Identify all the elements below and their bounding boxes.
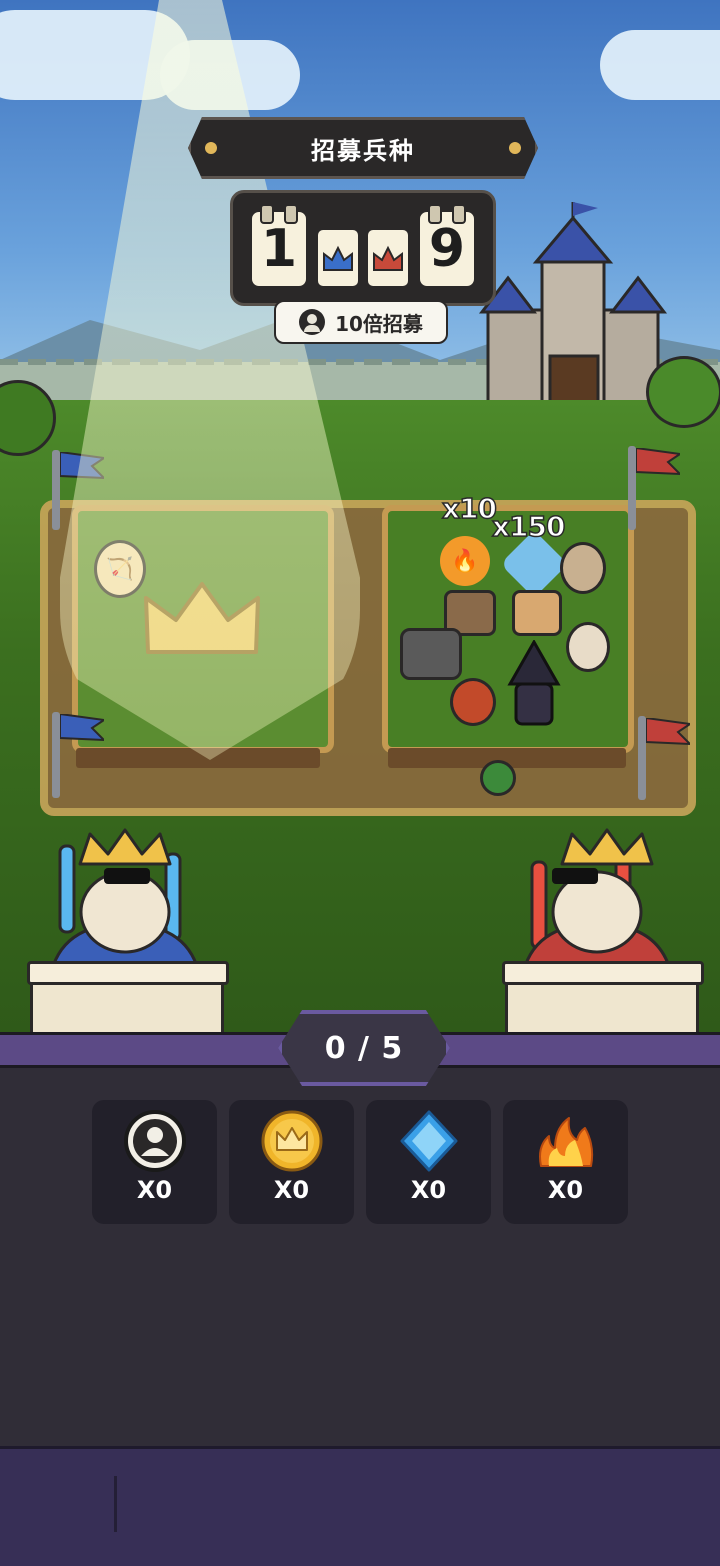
banner-dot <box>205 142 217 154</box>
resource-count: X0 <box>410 1176 447 1204</box>
tank-unit-icon <box>400 628 462 680</box>
resource-slot[interactable]: X0 <box>503 1100 628 1224</box>
knight-unit-icon <box>566 622 610 672</box>
tree <box>646 356 720 428</box>
red-podium <box>502 961 704 1032</box>
left-score-card: 1 <box>249 204 309 289</box>
page-title: 招募兵种 <box>311 136 415 165</box>
blue-flag-icon <box>60 714 104 742</box>
progress-indicator: 0 / 5 <box>278 1010 450 1086</box>
fire-multiplier: x10 <box>441 491 498 526</box>
warrior-unit-icon <box>450 678 496 726</box>
right-score: 9 <box>428 219 466 279</box>
resource-count: X0 <box>136 1176 173 1204</box>
blue-crown-icon <box>323 245 353 271</box>
slime-unit-icon <box>480 760 516 796</box>
resource-count: X0 <box>273 1176 310 1204</box>
blue-podium <box>27 961 229 1032</box>
soldier-unit-icon <box>560 542 606 594</box>
flag-pole <box>52 450 60 530</box>
cloud <box>600 30 720 100</box>
avatar-token-icon <box>124 1110 186 1172</box>
progress-text: 0 / 5 <box>324 1030 404 1066</box>
resource-slot[interactable]: X0 <box>92 1100 217 1224</box>
blue-king-avatar <box>48 828 202 978</box>
left-score: 1 <box>260 219 298 279</box>
castle <box>478 202 668 424</box>
avatar-icon <box>299 309 326 335</box>
fire-icon: 🔥 <box>440 536 490 586</box>
fire-icon <box>539 1117 594 1167</box>
wizard-unit-icon <box>507 640 561 726</box>
recruit-10x-label: 10倍招募 <box>335 311 423 336</box>
red-flag-icon <box>636 448 680 476</box>
red-flag-icon <box>646 718 690 746</box>
right-score-card: 9 <box>417 204 477 289</box>
resource-count: X0 <box>547 1176 584 1204</box>
crown-coin-icon <box>261 1110 323 1172</box>
battle-scene: 🏹 🔥 x10 x150 招募兵种 <box>0 0 720 1032</box>
flag-pole <box>628 446 636 530</box>
flag-pole <box>638 716 646 800</box>
blue-crown-card <box>315 227 361 289</box>
blue-gem-icon <box>400 1110 458 1172</box>
resource-slot[interactable]: X0 <box>366 1100 491 1224</box>
recruit-10x-button[interactable]: 10倍招募 <box>274 300 448 344</box>
red-crown-icon <box>373 245 403 271</box>
flag-pole <box>52 712 60 798</box>
title-banner: 招募兵种 <box>188 117 538 179</box>
red-king-avatar <box>520 828 674 978</box>
soldier-unit-icon <box>512 590 562 636</box>
red-crown-card <box>365 227 411 289</box>
footer-bar <box>0 1446 720 1566</box>
resource-slot[interactable]: X0 <box>229 1100 354 1224</box>
footer-divider <box>114 1476 117 1532</box>
gem-multiplier: x150 <box>491 509 566 544</box>
banner-dot <box>509 142 521 154</box>
score-counter: 1 9 <box>230 190 496 306</box>
